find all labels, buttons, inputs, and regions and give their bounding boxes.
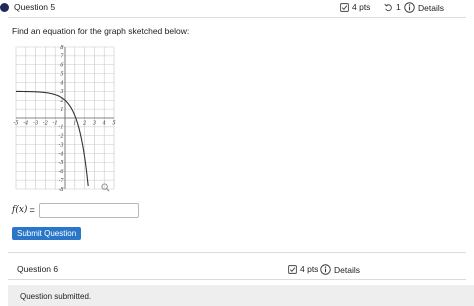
question-6-title[interactable]: Question 6 [17,264,58,274]
question-6-header: Question 6 4 pts Details [8,262,466,278]
x-tick-label: 4 [102,121,106,127]
info-icon [320,264,331,275]
header-divider [8,17,466,18]
y-tick-label: 1 [60,107,63,113]
y-tick-label: -4 [58,151,63,157]
x-tick-label: -5 [13,121,18,127]
details-button[interactable]: Details [320,264,360,275]
question-divider [8,252,466,253]
y-tick-label: 5 [60,71,63,77]
magnifier-icon[interactable] [101,183,110,192]
question-6-points: 4 pts [288,264,318,274]
y-tick-label: -2 [58,134,63,140]
y-tick-label: 8 [60,45,64,51]
y-tick-labels: 87654321-1-2-3-4-5-6-7-8 [58,45,64,193]
submission-status-bar: Question submitted. [8,285,474,306]
question-6-divider [8,279,466,280]
x-tick-label: 3 [93,121,97,127]
y-tick-label: -8 [58,187,64,193]
details-label: Details [334,264,360,275]
x-tick-label: -3 [33,121,39,127]
x-tick-label: 1 [73,121,76,127]
answer-input[interactable] [38,202,139,218]
y-tick-label: 3 [60,89,64,95]
x-tick-labels: -5 -4 -3 -2 -1 1 2 3 4 5 [13,121,115,127]
details-label: Details [418,2,444,13]
x-tick-label: -1 [53,121,58,127]
y-tick-label: 4 [59,80,63,86]
points-label: 4 pts [352,2,371,12]
question-5-title: Question 5 [14,2,56,12]
y-tick-label: -5 [58,160,63,166]
axes [16,47,114,189]
attempts-count: 1 [396,2,401,12]
submit-question-button[interactable]: Submit Question [12,227,82,240]
x-tick-label: 2 [82,121,86,127]
function-curve [15,90,89,187]
question-5-attempts[interactable]: 1 [384,2,401,12]
y-tick-label: -7 [58,178,64,184]
x-tick-label: -4 [23,121,28,127]
answer-row: f(x) = [12,202,139,218]
question-5-header: Question 5 4 pts 1 Details [0,0,474,17]
question-5-points: 4 pts [340,2,370,12]
checkbox-icon [340,2,349,12]
points-label: 4 pts [300,264,319,274]
y-tick-label: -6 [58,169,64,175]
retry-icon [384,3,392,11]
submission-status-text: Question submitted. [20,292,92,301]
y-tick-label: -1 [58,125,63,131]
question-status-dot [0,3,9,12]
details-button[interactable]: Details [404,2,444,13]
y-tick-label: 7 [60,54,64,60]
equals-sign: = [29,205,35,215]
function-label: f(x) [12,205,28,215]
info-icon [404,2,415,13]
x-tick-label: -2 [43,121,48,127]
question-prompt: Find an equation for the graph sketched … [12,26,190,36]
x-tick-label: 5 [112,121,115,127]
y-tick-label: 6 [60,63,64,69]
checkbox-icon [288,264,297,274]
function-graph: -5 -4 -3 -2 -1 1 2 3 4 5 87654321-1-2-3-4-5-6-7-8 [13,45,115,193]
y-tick-label: -3 [58,142,64,148]
